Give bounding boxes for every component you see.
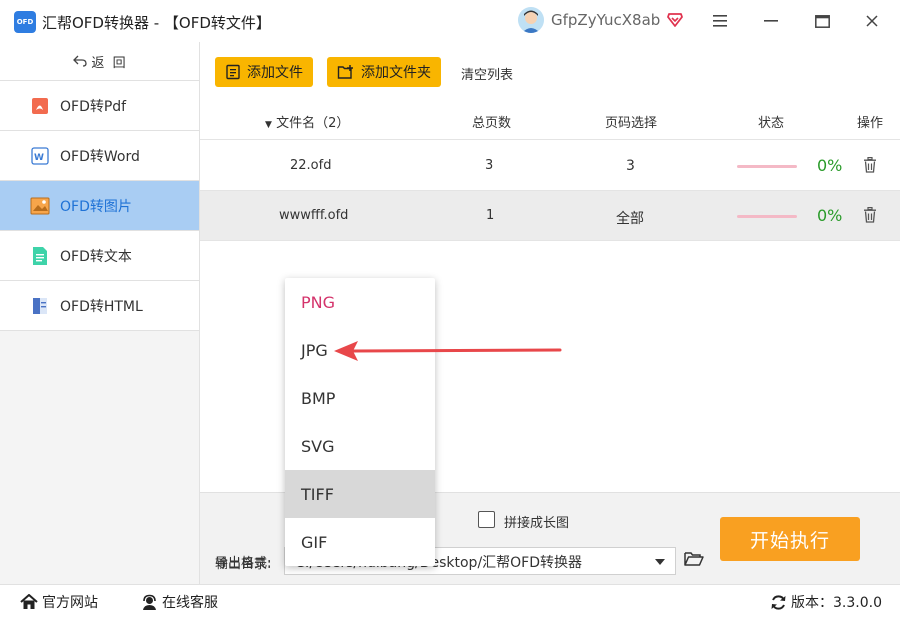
word-icon: W <box>30 146 50 166</box>
progress-percent: 0% <box>817 156 843 175</box>
sidebar: 返 回 OFD转Pdf W OFD转Word OFD转图片 OFD转文本 OFD… <box>0 42 200 584</box>
table-header: ▼ 文件名（2） 总页数 页码选择 状态 操作 <box>200 100 900 140</box>
row-page-select[interactable]: 全部 <box>616 208 644 228</box>
format-dropdown-menu: PNG JPG BMP SVG TIFF GIF <box>285 278 435 566</box>
chevron-down-icon <box>655 559 665 565</box>
version-label: 版本：3.3.0.0 <box>791 595 882 611</box>
maximize-icon[interactable] <box>809 8 835 34</box>
app-logo-icon: OFD <box>14 11 36 33</box>
sidebar-item-html[interactable]: OFD转HTML <box>0 281 199 331</box>
official-website-label: 官方网站 <box>42 595 98 611</box>
start-button[interactable]: 开始执行 <box>720 517 860 561</box>
row-filename: wwwfff.ofd <box>279 208 349 223</box>
clear-list-button[interactable]: 清空列表 <box>461 64 513 83</box>
sort-down-icon: ▼ <box>265 120 272 130</box>
sidebar-item-label: OFD转文本 <box>60 248 132 265</box>
close-icon[interactable] <box>859 8 885 34</box>
format-option-bmp[interactable]: BMP <box>285 374 435 422</box>
pdf-icon <box>30 96 50 116</box>
refresh-icon <box>771 594 786 610</box>
annotation-arrow <box>330 338 562 368</box>
toolbar: 添加文件 添加文件夹 清空列表 <box>200 42 900 100</box>
row-filename: 22.ofd <box>290 158 332 173</box>
sidebar-item-image[interactable]: OFD转图片 <box>0 181 199 231</box>
row-pages: 1 <box>486 208 495 223</box>
html-icon <box>30 296 50 316</box>
sidebar-item-pdf[interactable]: OFD转Pdf <box>0 81 199 131</box>
add-folder-icon <box>337 65 353 79</box>
image-icon <box>30 196 50 216</box>
column-header-action: 操作 <box>857 116 884 131</box>
avatar[interactable] <box>518 7 544 33</box>
progress-percent: 0% <box>817 206 843 225</box>
title-bar: OFD 汇帮OFD转换器 - 【OFD转文件】 GfpZyYucX8ab <box>0 0 900 42</box>
username[interactable]: GfpZyYucX8ab <box>551 11 660 29</box>
home-icon <box>20 594 38 609</box>
row-pages: 3 <box>485 158 494 173</box>
window-title: 汇帮OFD转换器 - 【OFD转文件】 <box>42 14 271 32</box>
support-agent-icon <box>143 594 156 610</box>
add-file-button[interactable]: 添加文件 <box>215 57 313 87</box>
progress-bar <box>737 215 797 218</box>
status-bar: 官方网站 在线客服 版本：3.3.0.0 <box>0 584 900 617</box>
row-page-select[interactable]: 3 <box>626 158 635 174</box>
delete-icon[interactable] <box>863 156 877 177</box>
back-button[interactable]: 返 回 <box>0 42 199 81</box>
merge-long-image-checkbox[interactable] <box>478 511 495 528</box>
back-icon <box>73 55 88 67</box>
column-header-filename[interactable]: ▼ 文件名（2） <box>265 112 349 131</box>
column-header-page-select: 页码选择 <box>605 116 658 131</box>
progress-bar <box>737 165 797 168</box>
format-option-png[interactable]: PNG <box>285 278 435 326</box>
menu-icon[interactable] <box>707 8 733 34</box>
text-file-icon <box>30 246 50 266</box>
format-option-gif[interactable]: GIF <box>285 518 435 566</box>
folder-open-icon[interactable] <box>684 551 704 571</box>
svg-text:W: W <box>34 153 44 163</box>
delete-icon[interactable] <box>863 206 877 227</box>
sidebar-item-label: OFD转Word <box>60 148 140 165</box>
filename-header-label: 文件名（2） <box>276 116 350 131</box>
sidebar-item-word[interactable]: W OFD转Word <box>0 131 199 181</box>
minimize-icon[interactable] <box>758 8 784 34</box>
format-option-tiff[interactable]: TIFF <box>285 470 435 518</box>
add-folder-label: 添加文件夹 <box>361 65 431 81</box>
sidebar-item-text[interactable]: OFD转文本 <box>0 231 199 281</box>
table-row[interactable]: 22.ofd 3 3 0% <box>200 141 900 191</box>
add-file-label: 添加文件 <box>247 65 303 81</box>
merge-long-image-label: 拼接成长图 <box>504 516 570 531</box>
output-dir-label: 输出目录: <box>215 557 272 572</box>
sidebar-item-label: OFD转HTML <box>60 298 143 315</box>
table-row[interactable]: wwwfff.ofd 1 全部 0% <box>200 191 900 241</box>
vip-diamond-icon[interactable] <box>666 10 684 32</box>
add-folder-button[interactable]: 添加文件夹 <box>327 57 441 87</box>
column-header-status: 状态 <box>758 116 785 131</box>
sidebar-item-label: OFD转Pdf <box>60 98 127 115</box>
column-header-pages: 总页数 <box>472 116 512 131</box>
back-label: 返 回 <box>91 55 126 71</box>
format-option-svg[interactable]: SVG <box>285 422 435 470</box>
add-file-icon <box>226 64 240 80</box>
online-support-label: 在线客服 <box>162 595 218 611</box>
version-info[interactable]: 版本：3.3.0.0 <box>770 592 882 612</box>
official-website-link[interactable]: 官方网站 <box>20 592 98 612</box>
online-support-link[interactable]: 在线客服 <box>141 592 218 612</box>
sidebar-item-label: OFD转图片 <box>60 198 132 215</box>
